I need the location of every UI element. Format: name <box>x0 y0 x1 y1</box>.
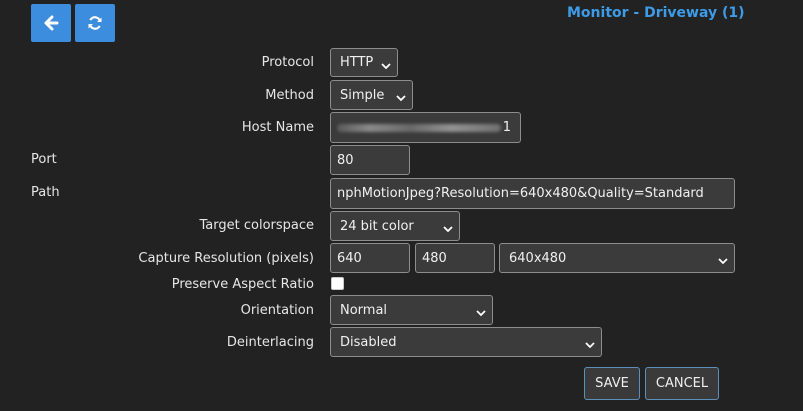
redacted-host <box>337 123 501 132</box>
capture-resolution-label: Capture Resolution (pixels) <box>138 251 314 266</box>
target-colorspace-label: Target colorspace <box>199 218 315 233</box>
target-colorspace-value: 24 bit color <box>340 218 414 234</box>
preserve-aspect-ratio-label: Preserve Aspect Ratio <box>171 277 314 292</box>
page-title: Monitor - Driveway (1) <box>567 5 745 21</box>
refresh-icon <box>87 15 103 31</box>
deinterlacing-label: Deinterlacing <box>226 335 314 350</box>
chevron-down-icon <box>476 306 486 321</box>
method-value: Simple <box>340 87 385 103</box>
target-colorspace-select[interactable]: 24 bit color <box>330 211 460 241</box>
arrow-left-icon <box>43 15 59 31</box>
save-button[interactable]: SAVE <box>584 367 640 400</box>
port-value: 80 <box>337 152 354 168</box>
host-name-input[interactable]: 1 <box>330 112 521 143</box>
chevron-down-icon <box>381 59 391 74</box>
refresh-button[interactable] <box>75 4 115 42</box>
orientation-label: Orientation <box>240 303 314 318</box>
method-label: Method <box>265 88 314 103</box>
cancel-button[interactable]: CANCEL <box>645 367 719 400</box>
capture-height-input[interactable]: 480 <box>415 243 495 273</box>
capture-width-value: 640 <box>337 250 362 266</box>
back-button[interactable] <box>31 4 71 42</box>
method-select[interactable]: Simple <box>330 80 413 110</box>
orientation-select[interactable]: Normal <box>330 295 493 325</box>
deinterlacing-value: Disabled <box>340 334 397 350</box>
host-name-label: Host Name <box>241 120 314 135</box>
deinterlacing-select[interactable]: Disabled <box>330 327 602 357</box>
protocol-select[interactable]: HTTP <box>330 48 398 77</box>
protocol-value: HTTP <box>340 55 374 70</box>
capture-width-input[interactable]: 640 <box>330 243 410 273</box>
path-input[interactable]: nphMotionJpeg?Resolution=640x480&Quality… <box>330 178 735 209</box>
port-input[interactable]: 80 <box>330 145 410 175</box>
chevron-down-icon <box>718 254 728 269</box>
host-name-suffix: 1 <box>502 120 511 135</box>
chevron-down-icon <box>585 338 595 353</box>
protocol-label: Protocol <box>261 55 314 70</box>
chevron-down-icon <box>443 222 453 237</box>
capture-resolution-value: 640x480 <box>509 250 567 266</box>
path-label: Path <box>31 185 60 200</box>
capture-resolution-select[interactable]: 640x480 <box>499 243 735 273</box>
preserve-aspect-ratio-checkbox[interactable] <box>331 277 344 290</box>
chevron-down-icon <box>396 91 406 106</box>
path-value: nphMotionJpeg?Resolution=640x480&Quality… <box>337 186 704 201</box>
port-label: Port <box>31 152 57 167</box>
capture-height-value: 480 <box>422 250 447 266</box>
orientation-value: Normal <box>340 302 388 318</box>
